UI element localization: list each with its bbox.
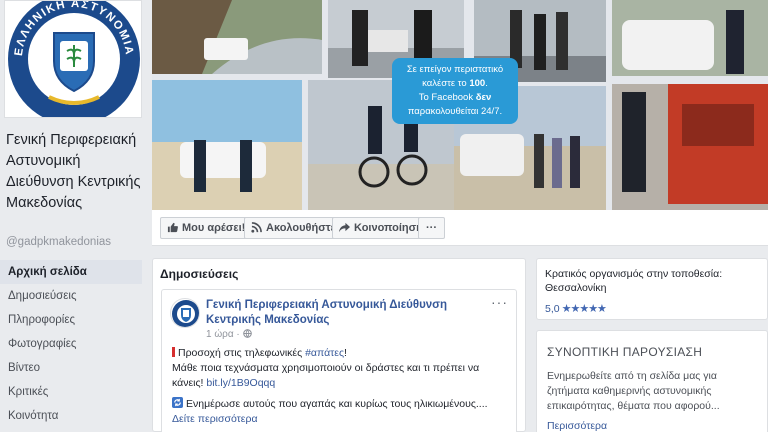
page-nav: Αρχική σελίδα Δημοσιεύσεις Πληροφορίες Φ…: [0, 260, 142, 428]
globe-icon: [242, 329, 252, 338]
nav-item-videos[interactable]: Βίντεο: [0, 356, 142, 380]
rss-icon: [251, 222, 262, 233]
nav-item-about[interactable]: Πληροφορίες: [0, 308, 142, 332]
nav-item-home[interactable]: Αρχική σελίδα: [0, 260, 142, 284]
share-button[interactable]: Κοινοποίηση: [332, 217, 432, 239]
page-title[interactable]: Γενική Περιφερειακή Αστυνομική Διεύθυνση…: [6, 130, 146, 214]
nav-item-community[interactable]: Κοινότητα: [0, 404, 142, 428]
rating-stars-icon: ★★★★★: [561, 303, 607, 315]
follow-button[interactable]: Ακολουθήστε: [244, 217, 345, 239]
refresh-arrows-icon: [172, 397, 183, 408]
left-column: ΕΛΛΗΝΙΚΗ ΑΣΤΥΝΟΜΙΑ Γενική Περιφερειακή Α…: [0, 0, 148, 432]
post-author-name[interactable]: Γενική Περιφερειακή Αστυνομική Διεύθυνση…: [206, 298, 496, 328]
post-card: Γενική Περιφερειακή Αστυνομική Διεύθυνση…: [161, 289, 517, 432]
hashtag-link[interactable]: #απάτες: [305, 347, 344, 359]
page-action-bar: Μου αρέσει! Ακολουθήστε Κοινοποίηση ···: [152, 210, 768, 246]
note-line-2: καλέστε το 100.: [422, 78, 488, 89]
post-line-3: Ενημέρωσε αυτούς που αγαπάς και κυρίως τ…: [172, 397, 512, 412]
cover-photo[interactable]: Σε επείγον περιστατικό καλέστε το 100. Τ…: [152, 0, 768, 210]
post-text: Προσοχή στις τηλεφωνικές #απάτες! Μάθε π…: [172, 346, 512, 427]
post-author-avatar[interactable]: [170, 298, 200, 328]
posts-section-title: Δημοσιεύσεις: [160, 267, 239, 281]
about-summary-title: ΣΥΝΟΠΤΙΚΗ ΠΑΡΟΥΣΙΑΣΗ: [547, 345, 703, 359]
page-rating[interactable]: 5,0 ★★★★★: [545, 302, 607, 315]
about-more-link[interactable]: Περισσότερα: [547, 420, 607, 432]
nav-item-reviews[interactable]: Κριτικές: [0, 380, 142, 404]
police-logo-icon: [172, 300, 199, 327]
note-line-4: παρακολουθείται 24/7.: [407, 106, 503, 117]
more-options-button[interactable]: ···: [418, 217, 445, 239]
post-short-link[interactable]: bit.ly/1B9Oqqq: [206, 377, 275, 389]
nav-item-posts[interactable]: Δημοσιεύσεις: [0, 284, 142, 308]
post-timestamp[interactable]: 1 ώρα ·: [206, 329, 252, 340]
post-options-button[interactable]: ···: [491, 294, 508, 310]
see-more-link[interactable]: Δείτε περισσότερα: [172, 412, 512, 427]
note-line-3: Το Facebook δεν: [418, 92, 492, 103]
post-line-1: Προσοχή στις τηλεφωνικές #απάτες!: [172, 346, 512, 361]
nav-item-photos[interactable]: Φωτογραφίες: [0, 332, 142, 356]
cover-emergency-note: Σε επείγον περιστατικό καλέστε το 100. Τ…: [392, 58, 518, 124]
like-button[interactable]: Μου αρέσει!: [160, 217, 255, 239]
note-line-1: Σε επείγον περιστατικό: [406, 64, 504, 75]
page-profile-picture[interactable]: ΕΛΛΗΝΙΚΗ ΑΣΤΥΝΟΜΙΑ: [4, 0, 142, 118]
page-category-location: Κρατικός οργανισμός στην τοποθεσία: Θεσσ…: [545, 268, 723, 294]
page-handle[interactable]: @gadpkmakedonias: [6, 236, 111, 248]
posts-section: Δημοσιεύσεις Γενική Περιφερειακή Αστυνομ…: [152, 258, 526, 432]
exclamation-icon: [172, 347, 175, 357]
post-line-2: Μάθε ποια τεχνάσματα χρησιμοποιούν οι δρ…: [172, 362, 480, 389]
about-summary-card: ΣΥΝΟΠΤΙΚΗ ΠΑΡΟΥΣΙΑΣΗ Ενημερωθείτε από τη…: [536, 330, 768, 432]
page-info-card: Κρατικός οργανισμός στην τοποθεσία: Θεσσ…: [536, 258, 768, 320]
share-arrow-icon: [339, 222, 350, 233]
thumbs-up-icon: [167, 222, 178, 233]
police-logo-icon: ΕΛΛΗΝΙΚΗ ΑΣΤΥΝΟΜΙΑ: [5, 1, 141, 117]
about-summary-text: Ενημερωθείτε από τη σελίδα μας για ζητήμ…: [547, 370, 720, 412]
